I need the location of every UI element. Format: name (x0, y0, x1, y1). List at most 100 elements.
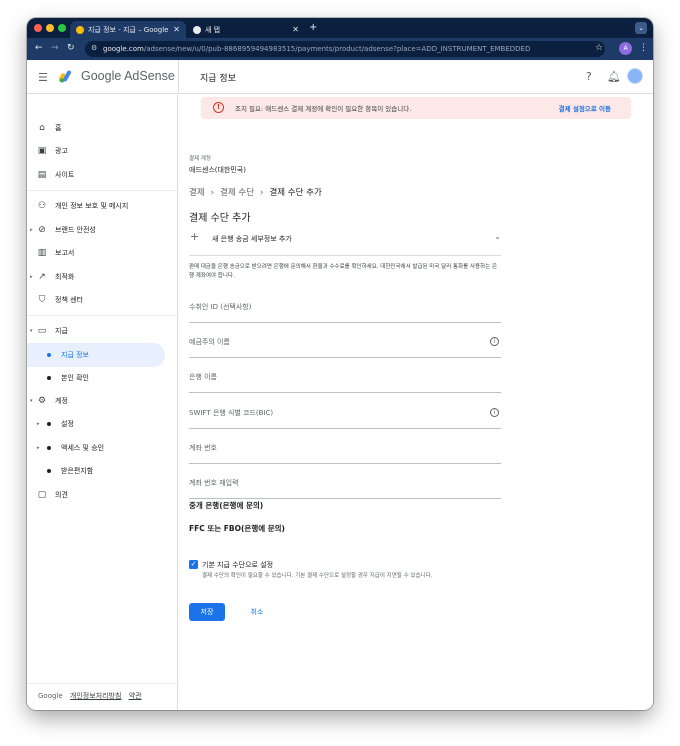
payee-id-input[interactable] (189, 303, 479, 311)
ffc-fbo-link[interactable]: FFC 또는 FBO(은행에 문의) (189, 523, 285, 534)
bank-name-field[interactable] (189, 369, 501, 393)
footer-brand: Google (38, 692, 63, 700)
breadcrumb-current: 결제 수단 추가 (269, 188, 322, 198)
account-number-input[interactable] (189, 444, 479, 452)
tab-title: 새 탭 (205, 25, 221, 34)
account-holder-field[interactable]: i (189, 334, 501, 358)
swift-code-input[interactable] (189, 409, 479, 417)
close-tab-icon[interactable]: ✕ (173, 25, 180, 34)
expand-caret-icon[interactable]: ▸ (30, 274, 33, 280)
notifications-bell-icon[interactable]: 🔔︎ (607, 70, 621, 83)
adsense-favicon-icon (76, 25, 84, 34)
add-bank-transfer-expander[interactable]: + 새 은행 송금 세부정보 추가 ⌄ (189, 230, 501, 248)
browser-toolbar: ← → ↻ ⚙ google.com/adsense/new/u/0/pub-8… (27, 38, 653, 60)
intermediary-bank-link[interactable]: 중개 은행(은행에 문의) (189, 500, 263, 511)
close-tab-icon[interactable]: ✕ (292, 25, 299, 34)
sidebar-item-settings[interactable]: ▸ 설정 (27, 415, 177, 433)
sidebar-item-optimization[interactable]: ▸ ↗ 최적화 (27, 268, 177, 286)
tab-search-chevron-icon[interactable]: ⌄ (635, 22, 647, 34)
swift-code-field[interactable]: i (189, 405, 501, 429)
tab-strip: 지급 정보 - 지급 – Google AdSe ✕ 새 탭 ✕ + ⌄ (27, 18, 653, 38)
sidebar-item-payment-info[interactable]: 지급 정보 (27, 343, 165, 367)
payment-account-value: 애드센스(대한민국) (189, 166, 246, 174)
sidebar-item-inbox[interactable]: 받은편지함 (27, 462, 177, 480)
bullet-icon (47, 376, 51, 380)
sidebar-divider (27, 683, 177, 684)
browser-window: 지급 정보 - 지급 – Google AdSe ✕ 새 탭 ✕ + ⌄ ← →… (27, 18, 653, 710)
cancel-button[interactable]: 취소 (239, 603, 275, 621)
browser-tab-adsense[interactable]: 지급 정보 - 지급 – Google AdSe ✕ (70, 21, 186, 38)
block-icon: ⊘ (38, 225, 46, 235)
breadcrumb-payments[interactable]: 결제 (189, 188, 205, 198)
sidebar-item-label: 의견 (55, 491, 68, 499)
profile-avatar[interactable]: A (619, 42, 632, 55)
payee-id-field[interactable] (189, 299, 501, 323)
collapse-caret-icon[interactable]: ▾ (30, 328, 33, 334)
page-title: 지급 정보 (200, 74, 236, 84)
home-icon: ⌂ (39, 123, 45, 133)
default-payment-checkbox[interactable]: ✓ (189, 560, 198, 569)
reload-icon[interactable]: ↻ (67, 43, 75, 53)
save-button[interactable]: 저장 (189, 603, 225, 621)
plus-icon: + (190, 230, 200, 243)
new-tab-button[interactable]: + (309, 22, 317, 33)
sidebar-item-payments[interactable]: ▾ ▭ 지급 (27, 322, 177, 340)
trending-icon: ↗ (38, 272, 46, 282)
close-window-button[interactable] (34, 24, 42, 32)
bank-transfer-notice: 판매 대금을 은행 송금으로 받으려면 은행에 문의해서 환율과 수수료를 확인… (189, 264, 498, 279)
minimize-window-button[interactable] (46, 24, 54, 32)
expand-caret-icon[interactable]: ▸ (37, 421, 40, 427)
expand-caret-icon[interactable]: ▸ (30, 227, 33, 233)
bookmark-star-icon[interactable]: ☆ (595, 43, 603, 53)
browser-menu-icon[interactable]: ⋮ (639, 43, 648, 53)
breadcrumb-separator-icon: › (210, 188, 215, 198)
zoom-window-button[interactable] (58, 24, 66, 32)
sidebar-item-privacy[interactable]: ⚇ 개인 정보 보호 및 메시지 (27, 197, 177, 215)
site-info-icon[interactable]: ⚙ (91, 44, 97, 52)
breadcrumb-payment-methods[interactable]: 결제 수단 (220, 188, 254, 198)
terms-link[interactable]: 약관 (129, 692, 142, 700)
go-to-payment-settings-link[interactable]: 결제 설정으로 이동 (559, 103, 611, 113)
sidebar-item-label: 설정 (61, 420, 74, 428)
sidebar-item-policy-center[interactable]: ⛉ 정책 센터 (27, 291, 177, 309)
sidebar-item-access[interactable]: ▸ 액세스 및 승인 (27, 439, 177, 457)
forward-arrow-icon[interactable]: → (51, 43, 59, 53)
breadcrumb-separator-icon: › (260, 188, 264, 198)
sidebar-item-feedback[interactable]: ▢ 의견 (27, 486, 177, 504)
expand-caret-icon[interactable]: ▸ (37, 445, 40, 451)
browser-tab-new[interactable]: 새 탭 ✕ (187, 21, 305, 38)
address-bar[interactable]: ⚙ google.com/adsense/new/u/0/pub-8868959… (85, 41, 605, 57)
sidebar-item-identity[interactable]: 본인 확인 (27, 369, 177, 387)
sidebar-item-sites[interactable]: ▤ 사이트 (27, 166, 177, 184)
account-holder-input[interactable] (189, 338, 479, 346)
sidebar-item-brand-safety[interactable]: ▸ ⊘ 브랜드 안전성 (27, 221, 177, 239)
privacy-icon: ⚇ (37, 201, 47, 211)
privacy-policy-link[interactable]: 개인정보처리방침 (70, 692, 122, 700)
info-icon[interactable]: i (490, 337, 499, 346)
account-avatar[interactable] (627, 68, 643, 84)
expander-label: 새 은행 송금 세부정보 추가 (212, 235, 292, 243)
sidebar-item-label: 브랜드 안전성 (55, 226, 96, 234)
sidebar-item-ads[interactable]: ▣ 광고 (27, 142, 177, 160)
account-number-confirm-field[interactable] (189, 475, 501, 499)
action-required-banner: ! 조치 필요: 애드센스 결제 계정에 확인이 필요한 항목이 있습니다. 결… (201, 97, 631, 119)
form-heading: 결제 수단 추가 (189, 213, 251, 224)
back-arrow-icon[interactable]: ← (35, 43, 43, 53)
default-payment-label: 기본 지급 수단으로 설정 (202, 561, 274, 569)
account-number-confirm-input[interactable] (189, 479, 479, 487)
bullet-icon (47, 446, 51, 450)
bank-name-input[interactable] (189, 373, 479, 381)
help-icon[interactable]: ? (586, 70, 592, 83)
sidebar-item-account[interactable]: ▾ ⚙ 계정 (27, 392, 177, 410)
info-icon[interactable]: i (490, 408, 499, 417)
feedback-icon: ▢ (37, 490, 47, 500)
alert-text: 조치 필요: 애드센스 결제 계정에 확인이 필요한 항목이 있습니다. (235, 105, 412, 113)
sidebar-item-label: 지급 (55, 327, 68, 335)
sidebar-item-reports[interactable]: ▥ 보고서 (27, 244, 177, 262)
sidebar-item-home[interactable]: ⌂ 홈 (27, 119, 177, 137)
account-number-field[interactable] (189, 440, 501, 464)
collapse-caret-icon[interactable]: ▾ (30, 398, 33, 404)
sidebar-item-label: 정책 센터 (55, 296, 83, 304)
hamburger-menu-icon[interactable]: ☰ (38, 71, 48, 84)
chrome-favicon-icon (193, 25, 201, 34)
